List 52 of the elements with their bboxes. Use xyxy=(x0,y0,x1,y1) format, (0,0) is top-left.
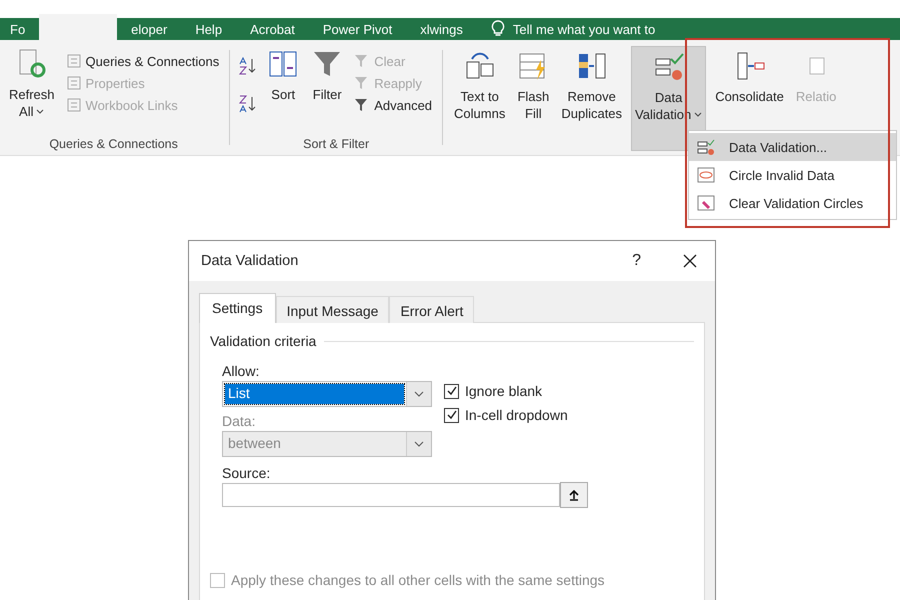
ribbon-command[interactable]: Queries & Connections xyxy=(64,52,222,70)
checkbox-label: Ignore blank xyxy=(465,383,542,399)
dialog-tab[interactable]: Settings xyxy=(199,293,276,323)
checkbox[interactable] xyxy=(444,408,459,422)
close-icon[interactable] xyxy=(683,254,697,268)
chevron-down-icon xyxy=(414,391,424,397)
filter-button[interactable]: Filter xyxy=(308,46,346,137)
menu-item-icon xyxy=(697,194,715,212)
ribbon-command[interactable]: Advanced xyxy=(352,96,434,114)
ribbon-tab[interactable]: eloper xyxy=(117,18,182,40)
upload-arrow-icon xyxy=(568,489,580,501)
menu-item[interactable]: Clear Validation Circles xyxy=(689,189,896,217)
list-icon xyxy=(66,53,82,69)
ribbon-tab[interactable]: Acrobat xyxy=(236,18,309,40)
list-icon xyxy=(66,75,82,91)
source-field[interactable] xyxy=(222,483,560,507)
group-label: Queries & Connections xyxy=(48,137,179,151)
field-label: Data: xyxy=(222,413,256,429)
checkbox-label: Apply these changes to all other cells with the same settings xyxy=(231,572,605,588)
menu-item[interactable]: Circle Invalid Data xyxy=(689,161,896,189)
menu-item-icon xyxy=(697,138,715,156)
tell-me-search[interactable]: Tell me what you want to xyxy=(512,18,656,40)
dialog-title: Data Validation xyxy=(201,253,300,269)
refresh-all-button[interactable]: Refresh All xyxy=(6,46,58,137)
ribbon-tab[interactable]: Fo xyxy=(8,18,40,40)
allow-dropdown[interactable]: List xyxy=(222,381,432,407)
field-label: Allow: xyxy=(222,363,260,379)
list-icon xyxy=(66,97,82,113)
help-button[interactable]: ? xyxy=(632,252,641,270)
menu-item[interactable]: Data Validation... xyxy=(689,133,896,161)
dialog-tab[interactable]: Error Alert xyxy=(389,296,474,323)
ribbon-tab[interactable]: xlwings xyxy=(406,18,477,40)
sort-descending-icon[interactable] xyxy=(238,94,258,114)
ribbon-button[interactable]: Remove Duplicates xyxy=(558,46,626,151)
sort-button[interactable]: Sort xyxy=(264,46,302,137)
caret-icon xyxy=(36,109,44,114)
field-label: Source: xyxy=(222,465,270,481)
data-tool-icon xyxy=(652,51,685,83)
group-label: Sort & Filter xyxy=(302,137,370,151)
checkbox[interactable] xyxy=(444,384,459,398)
ribbon-tab[interactable]: Power Pivot xyxy=(308,18,406,40)
lightbulb-icon xyxy=(490,20,505,38)
chevron-down-icon xyxy=(414,441,424,447)
dialog-tab[interactable]: Input Message xyxy=(276,296,390,323)
menu-item-icon xyxy=(697,166,715,184)
checkbox-label: In-cell dropdown xyxy=(465,407,568,423)
ribbon-button[interactable]: Text to Columns xyxy=(451,46,508,151)
range-picker-button[interactable] xyxy=(560,482,588,508)
ribbon-tab[interactable]: Help xyxy=(181,18,236,40)
ribbon-button[interactable]: Flash Fill xyxy=(514,46,552,151)
section-heading: Validation criteria xyxy=(210,333,316,349)
sort-ascending-icon[interactable] xyxy=(238,56,258,76)
